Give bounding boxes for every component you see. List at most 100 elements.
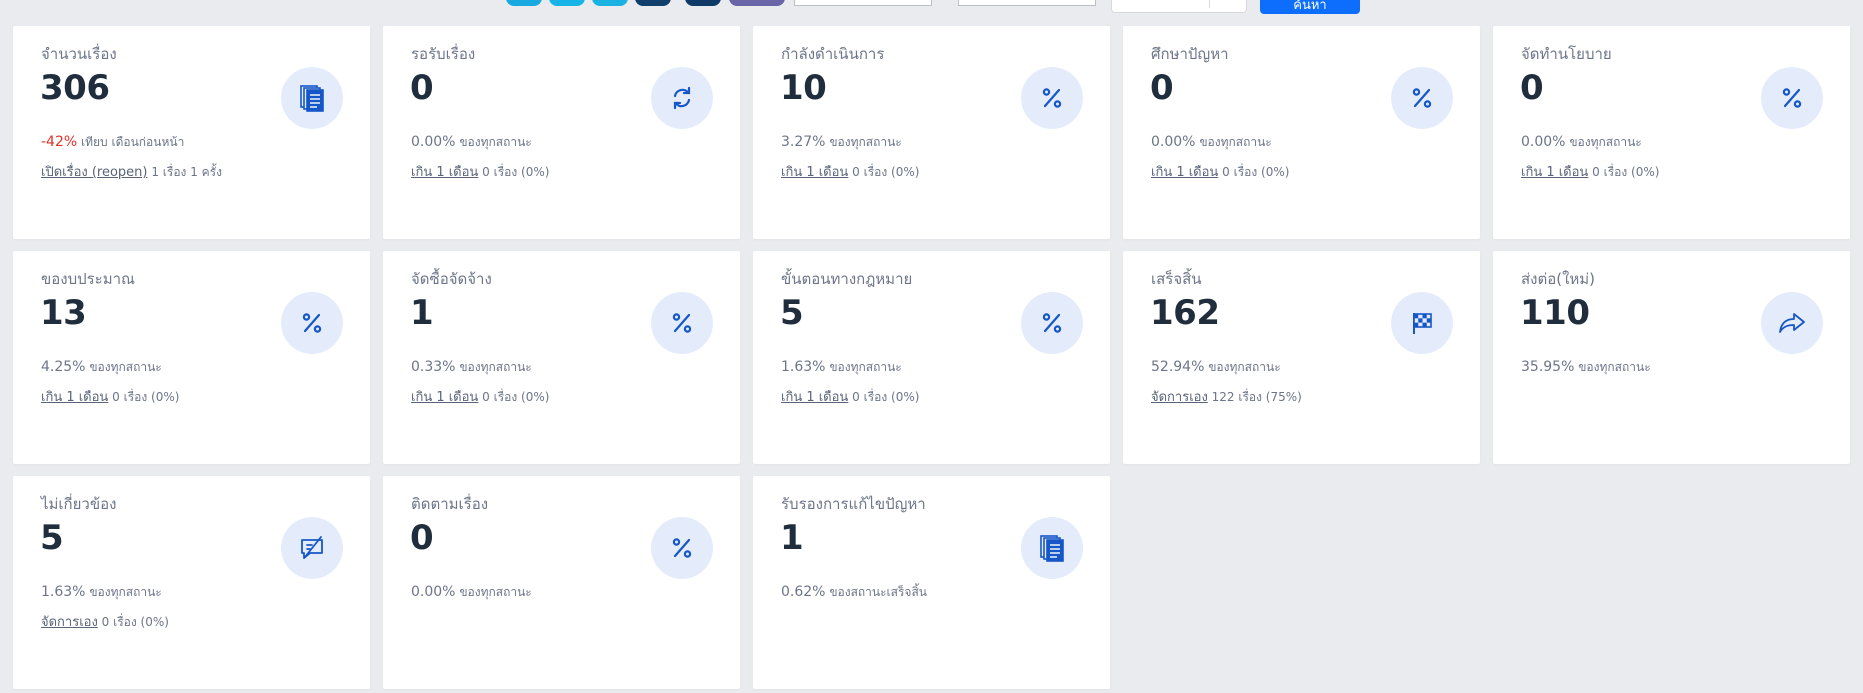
card-percentage-line: 4.25% ของทุกสถานะ <box>41 358 162 377</box>
checkered-flag-icon <box>1391 292 1453 354</box>
card-detail-link[interactable]: เกิน 1 เดือน <box>411 165 478 180</box>
card-title: จัดทำนโยบาย <box>1521 45 1612 63</box>
card-percentage-line: 0.00% ของทุกสถานะ <box>1521 133 1642 152</box>
status-card[interactable]: กำลังดำเนินการ 10 3.27% ของทุกสถานะ เกิน 1 … <box>753 26 1110 239</box>
percent-icon <box>1021 292 1083 354</box>
card-detail-line: เกิน 1 เดือน 0 เรื่อง (0%) <box>781 161 919 182</box>
filter-button-5[interactable] <box>685 0 721 6</box>
card-percentage-line: 1.63% ของทุกสถานะ <box>781 358 902 377</box>
card-detail-link[interactable]: เกิน 1 เดือน <box>411 390 478 405</box>
card-percentage: 0.00% <box>1151 134 1196 150</box>
card-detail-line: เกิน 1 เดือน 0 เรื่อง (0%) <box>781 386 919 407</box>
card-value: 0 <box>1150 68 1174 108</box>
filter-button-4[interactable] <box>635 0 671 6</box>
card-percentage-line: 0.00% ของทุกสถานะ <box>411 583 532 602</box>
card-detail-link[interactable]: เกิน 1 เดือน <box>781 390 848 405</box>
card-detail-text: 1 เรื่อง 1 ครั้ง <box>151 165 222 179</box>
card-detail-link[interactable]: จัดการเอง <box>41 615 98 630</box>
status-card[interactable]: ของบประมาณ 13 4.25% ของทุกสถานะ เกิน 1 เดือ… <box>13 251 370 464</box>
status-card[interactable]: ติดตามเรื่อง 0 0.00% ของทุกสถานะ <box>383 476 740 689</box>
card-percentage-line: 0.00% ของทุกสถานะ <box>1151 133 1272 152</box>
card-title: จัดซื้อจัดจ้าง <box>411 270 492 288</box>
card-detail-line: จัดการเอง 0 เรื่อง (0%) <box>41 611 169 632</box>
card-title: ของบประมาณ <box>41 270 135 288</box>
end-date-input[interactable] <box>958 0 1096 6</box>
card-detail-text: 0 เรื่อง (0%) <box>852 390 920 404</box>
card-title: ขั้นตอนทางกฎหมาย <box>781 270 913 288</box>
card-value: 1 <box>410 293 434 333</box>
card-detail-link[interactable]: เกิน 1 เดือน <box>1151 165 1218 180</box>
percent-icon <box>281 292 343 354</box>
card-percentage: 0.00% <box>411 584 456 600</box>
card-title: รอรับเรื่อง <box>411 45 476 63</box>
card-detail-text: 122 เรื่อง (75%) <box>1211 390 1302 404</box>
card-percentage-caption: ของทุกสถานะ <box>1208 360 1281 374</box>
card-percentage: 0.00% <box>411 134 456 150</box>
card-detail-text: 0 เรื่อง (0%) <box>1222 165 1290 179</box>
card-percentage: 35.95% <box>1521 359 1575 375</box>
chat-slash-icon <box>281 517 343 579</box>
filter-button-3[interactable] <box>592 0 628 6</box>
card-detail-line: เกิน 1 เดือน 0 เรื่อง (0%) <box>41 386 179 407</box>
percent-icon <box>1391 67 1453 129</box>
card-percentage-line: -42% เทียบ เดือนก่อนหน้า <box>41 133 184 152</box>
status-card[interactable]: จัดซื้อจัดจ้าง 1 0.33% ของทุกสถานะเกิน 1 เ… <box>383 251 740 464</box>
start-date-input[interactable] <box>794 0 932 6</box>
card-percentage: 0.33% <box>411 359 456 375</box>
status-card[interactable]: ไม่เกี่ยวข้อง 5 1.63% ของทุกสถานะจัดการเอง… <box>13 476 370 689</box>
card-detail-text: 0 เรื่อง (0%) <box>112 390 180 404</box>
status-card[interactable]: รับรองการแก้ไขปัญหา 1 0.62% ของสถานะเสร็จส… <box>753 476 1110 689</box>
card-value: 5 <box>40 518 64 558</box>
share-arrow-icon <box>1761 292 1823 354</box>
status-card[interactable]: ส่งต่อ(ใหม่) 110 35.95% ของทุกสถานะ <box>1493 251 1850 464</box>
card-value: 0 <box>410 518 434 558</box>
card-percentage: 4.25% <box>41 359 86 375</box>
card-detail-link[interactable]: เกิน 1 เดือน <box>781 165 848 180</box>
status-select[interactable] <box>1111 0 1247 13</box>
filter-button-1[interactable] <box>506 0 542 6</box>
card-percentage-caption: ของทุกสถานะ <box>1578 360 1651 374</box>
card-detail-link[interactable]: เกิน 1 เดือน <box>1521 165 1588 180</box>
card-detail-text: 0 เรื่อง (0%) <box>852 165 920 179</box>
card-percentage-caption: ของทุกสถานะ <box>1569 135 1642 149</box>
card-detail-text: 0 เรื่อง (0%) <box>101 615 169 629</box>
card-detail-line: เกิน 1 เดือน 0 เรื่อง (0%) <box>1521 161 1659 182</box>
card-title: จำนวนเรื่อง <box>41 45 117 63</box>
search-button[interactable]: ค้นหา <box>1260 0 1360 14</box>
card-percentage-line: 1.63% ของทุกสถานะ <box>41 583 162 602</box>
documents-icon <box>1021 517 1083 579</box>
card-detail-link[interactable]: เปิดเรื่อง (reopen) <box>41 165 148 180</box>
card-title: เสร็จสิ้น <box>1151 270 1202 288</box>
card-value: 306 <box>40 68 110 108</box>
status-card[interactable]: เสร็จสิ้น 162 52.94% ของทุกสถานะ จัดการเอง … <box>1123 251 1480 464</box>
card-detail-line: เกิน 1 เดือน 0 เรื่อง (0%) <box>411 161 549 182</box>
card-percentage-line: 0.33% ของทุกสถานะ <box>411 358 532 377</box>
card-value: 1 <box>780 518 804 558</box>
status-card[interactable]: ศึกษาปัญหา 0 0.00% ของทุกสถานะ เกิน 1 เดือน… <box>1123 26 1480 239</box>
card-title: กำลังดำเนินการ <box>781 45 885 63</box>
card-detail-link[interactable]: จัดการเอง <box>1151 390 1208 405</box>
status-card[interactable]: รอรับเรื่อง 0 0.00% ของทุกสถานะ เกิน 1 เดือ… <box>383 26 740 239</box>
card-title: ไม่เกี่ยวข้อง <box>41 495 117 513</box>
card-percentage-line: 3.27% ของทุกสถานะ <box>781 133 902 152</box>
card-value: 5 <box>780 293 804 333</box>
filter-button-6[interactable] <box>729 0 785 6</box>
card-percentage-caption: ของทุกสถานะ <box>459 360 532 374</box>
card-value: 110 <box>1520 293 1590 333</box>
card-percentage-caption: ของทุกสถานะ <box>829 360 902 374</box>
card-percentage-caption: ของทุกสถานะ <box>459 135 532 149</box>
refresh-icon <box>651 67 713 129</box>
card-percentage: 1.63% <box>41 584 86 600</box>
status-card[interactable]: จัดทำนโยบาย 0 0.00% ของทุกสถานะ เกิน 1 เดือ… <box>1493 26 1850 239</box>
card-percentage-caption: ของทุกสถานะ <box>829 135 902 149</box>
status-card[interactable]: ขั้นตอนทางกฎหมาย 5 1.63% ของทุกสถานะเกิน 1… <box>753 251 1110 464</box>
percent-icon <box>651 292 713 354</box>
card-percentage-caption: ของทุกสถานะ <box>459 585 532 599</box>
card-detail-line: เปิดเรื่อง (reopen) 1 เรื่อง 1 ครั้ง <box>41 161 222 182</box>
card-percentage-caption: ของทุกสถานะ <box>1199 135 1272 149</box>
status-card[interactable]: จำนวนเรื่อง 306 -42% เทียบ เดือนก่อนหน้าเป… <box>13 26 370 239</box>
card-detail-link[interactable]: เกิน 1 เดือน <box>41 390 108 405</box>
card-percentage-line: 0.00% ของทุกสถานะ <box>411 133 532 152</box>
card-percentage-caption: ของทุกสถานะ <box>89 360 162 374</box>
filter-button-2[interactable] <box>549 0 585 6</box>
